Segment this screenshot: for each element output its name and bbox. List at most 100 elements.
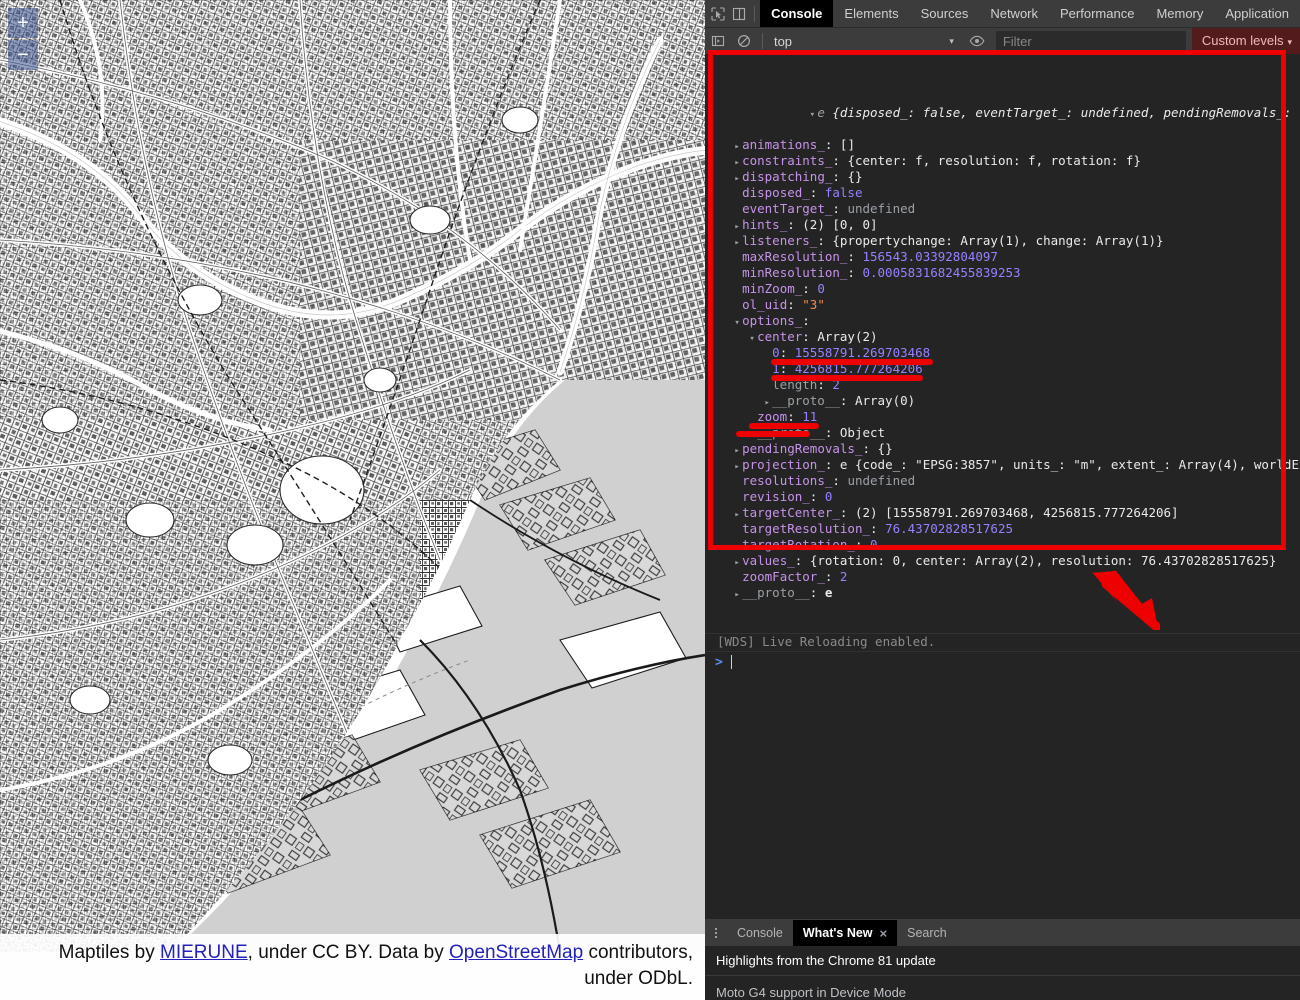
object-property-row[interactable]: revision_: 0 (717, 489, 1300, 505)
drawer-more-icon[interactable] (705, 920, 727, 946)
property-separator: : (817, 377, 833, 392)
object-property-row[interactable]: targetCenter_: (2) [15558791.269703468, … (717, 505, 1300, 521)
tab-performance[interactable]: Performance (1049, 0, 1145, 27)
object-property-row[interactable]: length: 2 (717, 377, 1300, 393)
prompt-text-caret[interactable] (730, 655, 732, 669)
object-property-row[interactable]: resolutions_: undefined (717, 473, 1300, 489)
console-message-list[interactable]: e {disposed_: false, eventTarget_: undef… (705, 54, 1300, 920)
device-toolbar-glyph (732, 7, 745, 20)
object-property-row[interactable]: 0: 15558791.269703468 (717, 345, 1300, 361)
row-indent (717, 297, 732, 312)
property-key: listeners_ (742, 233, 818, 248)
clear-console-glyph (737, 34, 750, 48)
object-property-row[interactable]: options_: (717, 313, 1300, 329)
property-value: e {code_: "EPSG:3857", units_: "m", exte… (839, 457, 1300, 472)
object-property-row[interactable]: animations_: [] (717, 137, 1300, 153)
object-property-row[interactable]: minResolution_: 0.0005831682455839253 (717, 265, 1300, 281)
expand-triangle-icon[interactable] (732, 587, 742, 603)
execution-context-select[interactable]: top ▾ (768, 28, 964, 54)
row-indent (717, 425, 747, 440)
object-property-row[interactable]: ol_uid: "3" (717, 297, 1300, 313)
drawer-tab-whats-new[interactable]: What's New × (792, 920, 898, 946)
map-canvas[interactable] (0, 0, 705, 952)
live-expression-icon[interactable] (964, 28, 990, 54)
close-icon[interactable]: × (880, 927, 888, 940)
row-indent (717, 169, 732, 184)
console-object-message[interactable]: e {disposed_: false, eventTarget_: undef… (705, 54, 1300, 633)
property-key: length (772, 377, 818, 392)
object-property-row[interactable]: values_: {rotation: 0, center: Array(2),… (717, 553, 1300, 569)
tab-sources[interactable]: Sources (910, 0, 980, 27)
property-separator: : (794, 553, 810, 568)
property-key: resolutions_ (742, 473, 833, 488)
object-property-row[interactable]: hints_: (2) [0, 0] (717, 217, 1300, 233)
object-property-row[interactable]: minZoom_: 0 (717, 281, 1300, 297)
object-property-row[interactable]: zoomFactor_: 2 (717, 569, 1300, 585)
drawer-tab-console[interactable]: Console (727, 920, 793, 946)
property-separator: : (839, 393, 855, 408)
property-key: 0 (772, 345, 780, 360)
property-key: targetRotation_ (742, 537, 855, 552)
object-property-row[interactable]: pendingRemovals_: {} (717, 441, 1300, 457)
object-property-row[interactable]: zoom: 11 (717, 409, 1300, 425)
property-value: 2 (832, 377, 840, 392)
object-property-row[interactable]: projection_: e {code_: "EPSG:3857", unit… (717, 457, 1300, 473)
tab-application[interactable]: Application (1214, 0, 1300, 27)
object-property-rows[interactable]: animations_: [] constraints_: {center: f… (717, 137, 1300, 601)
whats-new-first-item: Moto G4 support in Device Mode (716, 985, 907, 1000)
console-log-levels-select[interactable]: Custom levels ▾ (1191, 28, 1300, 54)
console-prompt-row[interactable]: > (705, 652, 1300, 672)
object-property-row[interactable]: listeners_: {propertychange: Array(1), c… (717, 233, 1300, 249)
console-filter-input[interactable] (995, 31, 1186, 51)
zoom-in-button[interactable]: + (8, 8, 38, 38)
map-zoom-controls[interactable]: + − (8, 8, 38, 72)
console-sidebar-icon[interactable] (705, 28, 731, 54)
execution-context-value: top (773, 33, 793, 49)
property-separator: : (824, 569, 840, 584)
row-indent (717, 361, 762, 376)
row-indent (717, 521, 732, 536)
object-property-row[interactable]: center: Array(2) (717, 329, 1300, 345)
map-tiles (0, 0, 705, 952)
property-value: {} (877, 441, 893, 456)
object-property-row[interactable]: dispatching_: {} (717, 169, 1300, 185)
object-property-row[interactable]: maxResolution_: 156543.03392804097 (717, 249, 1300, 265)
tab-console[interactable]: Console (760, 0, 834, 27)
attribution-suffix: contributors, under ODbL. (583, 942, 693, 989)
tab-memory[interactable]: Memory (1145, 0, 1214, 27)
mierune-link[interactable]: MIERUNE (160, 942, 248, 963)
property-value: (2) [0, 0] (802, 217, 878, 232)
object-property-row[interactable]: __proto__: e (717, 585, 1300, 601)
tab-network[interactable]: Network (979, 0, 1049, 27)
object-property-row[interactable]: __proto__: Array(0) (717, 393, 1300, 409)
object-property-row[interactable]: __proto__: Object (717, 425, 1300, 441)
object-property-row[interactable]: targetResolution_: 76.43702828517625 (717, 521, 1300, 537)
expand-triangle-icon[interactable] (807, 107, 817, 123)
console-sidebar-glyph (711, 35, 725, 47)
drawer-tab-whats-new-label: What's New (802, 926, 873, 940)
property-value: 76.43702828517625 (885, 521, 1013, 536)
device-toolbar-icon[interactable] (728, 1, 749, 27)
object-property-row[interactable]: 1: 4256815.777264206 (717, 361, 1300, 377)
property-key: options_ (742, 313, 803, 328)
object-preview-row[interactable]: e {disposed_: false, eventTarget_: undef… (717, 89, 1300, 120)
zoom-out-button[interactable]: − (8, 40, 38, 70)
console-scroll-area[interactable]: e {disposed_: false, eventTarget_: undef… (705, 54, 1300, 920)
drawer-tab-search[interactable]: Search (897, 920, 957, 946)
inspect-element-icon[interactable] (707, 1, 728, 27)
object-property-row[interactable]: targetRotation_: 0 (717, 537, 1300, 553)
object-property-row[interactable]: disposed_: false (717, 185, 1300, 201)
openstreetmap-link[interactable]: OpenStreetMap (449, 942, 583, 963)
row-indent (717, 505, 732, 520)
property-key: minResolution_ (742, 265, 848, 280)
row-indent (717, 569, 732, 584)
property-value: "3" (802, 297, 825, 312)
map-attribution: Maptiles by MIERUNE, under CC BY. Data b… (0, 934, 705, 1000)
property-value: false (824, 185, 863, 200)
property-key: hints_ (742, 217, 788, 232)
clear-console-icon[interactable] (731, 28, 757, 54)
tab-elements[interactable]: Elements (833, 0, 909, 27)
object-property-row[interactable]: eventTarget_: undefined (717, 201, 1300, 217)
object-property-row[interactable]: constraints_: {center: f, resolution: f,… (717, 153, 1300, 169)
map-pane[interactable]: + − Maptiles by MIERUNE, under CC BY. Da… (0, 0, 705, 1000)
